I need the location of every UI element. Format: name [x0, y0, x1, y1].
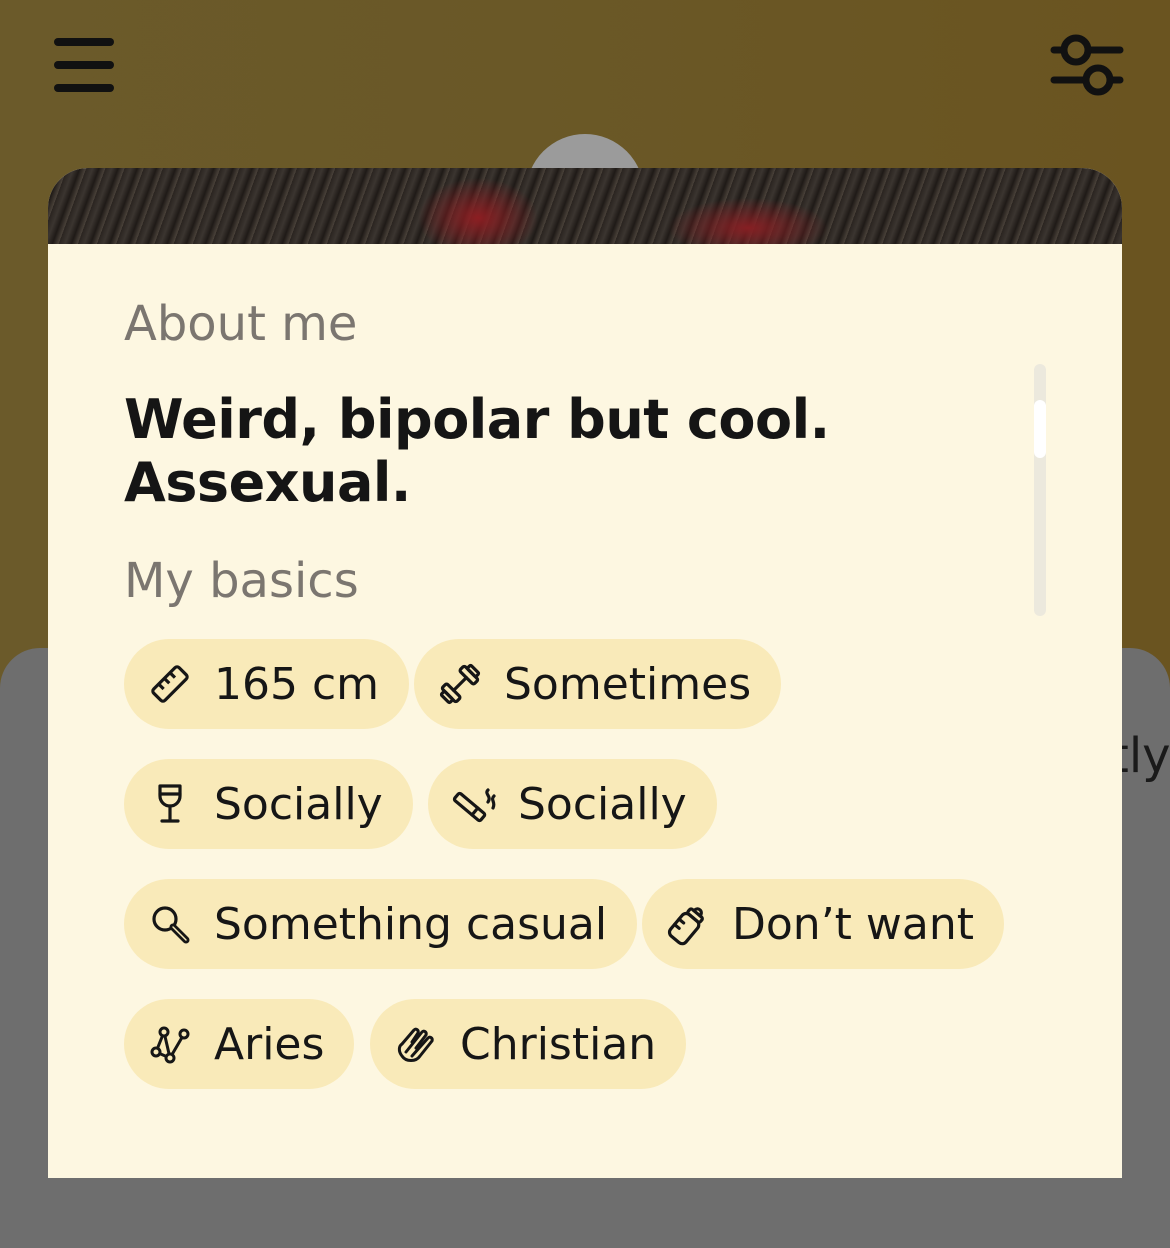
chip-label: 165 cm — [214, 658, 380, 710]
sliders-filter-icon — [1050, 34, 1124, 96]
dumbbell-icon — [439, 663, 481, 705]
magnifier-icon — [152, 906, 190, 944]
menu-icon-bar — [54, 38, 114, 46]
scrollbar[interactable] — [1034, 364, 1046, 616]
filter-button[interactable] — [1050, 32, 1124, 102]
about-me-text: Weird, bipolar but cool. Assexual. — [124, 388, 830, 514]
basic-chip-kids: Don’t want — [642, 879, 1004, 969]
profile-details: About me Weird, bipolar but cool. Assexu… — [48, 244, 1122, 1178]
ruler-icon — [151, 665, 189, 703]
praying-hands-icon — [397, 1027, 434, 1062]
chip-label: Socially — [214, 778, 383, 830]
basic-chip-drinking: Socially — [124, 759, 413, 849]
basic-chip-smoking: Socially — [428, 759, 717, 849]
my-basics-title: My basics — [124, 553, 359, 609]
cigarette-icon — [452, 788, 496, 823]
basic-chip-height: 165 cm — [124, 639, 410, 729]
chip-label: Something casual — [214, 898, 608, 950]
baby-bottle-icon — [667, 907, 704, 946]
wine-glass-icon — [158, 784, 182, 823]
chip-label: Aries — [214, 1018, 325, 1070]
basic-chip-religion: Christian — [370, 999, 687, 1089]
basic-chip-looking-for: Something casual — [124, 879, 638, 969]
menu-icon-bar — [54, 84, 114, 92]
menu-button[interactable] — [54, 38, 114, 94]
profile-photo — [48, 168, 1122, 244]
basic-chip-zodiac: Aries — [124, 999, 355, 1089]
scrollbar-thumb[interactable] — [1034, 400, 1046, 458]
about-me-title: About me — [124, 296, 358, 352]
profile-card[interactable]: About me Weird, bipolar but cool. Assexu… — [48, 168, 1122, 1178]
chip-label: Christian — [460, 1018, 657, 1070]
basic-chip-exercise: Sometimes — [414, 639, 782, 729]
menu-icon-bar — [54, 61, 114, 69]
chip-label: Socially — [518, 778, 687, 830]
chip-label: Sometimes — [504, 658, 752, 710]
constellation-icon — [150, 1026, 190, 1064]
chip-label: Don’t want — [732, 898, 974, 950]
